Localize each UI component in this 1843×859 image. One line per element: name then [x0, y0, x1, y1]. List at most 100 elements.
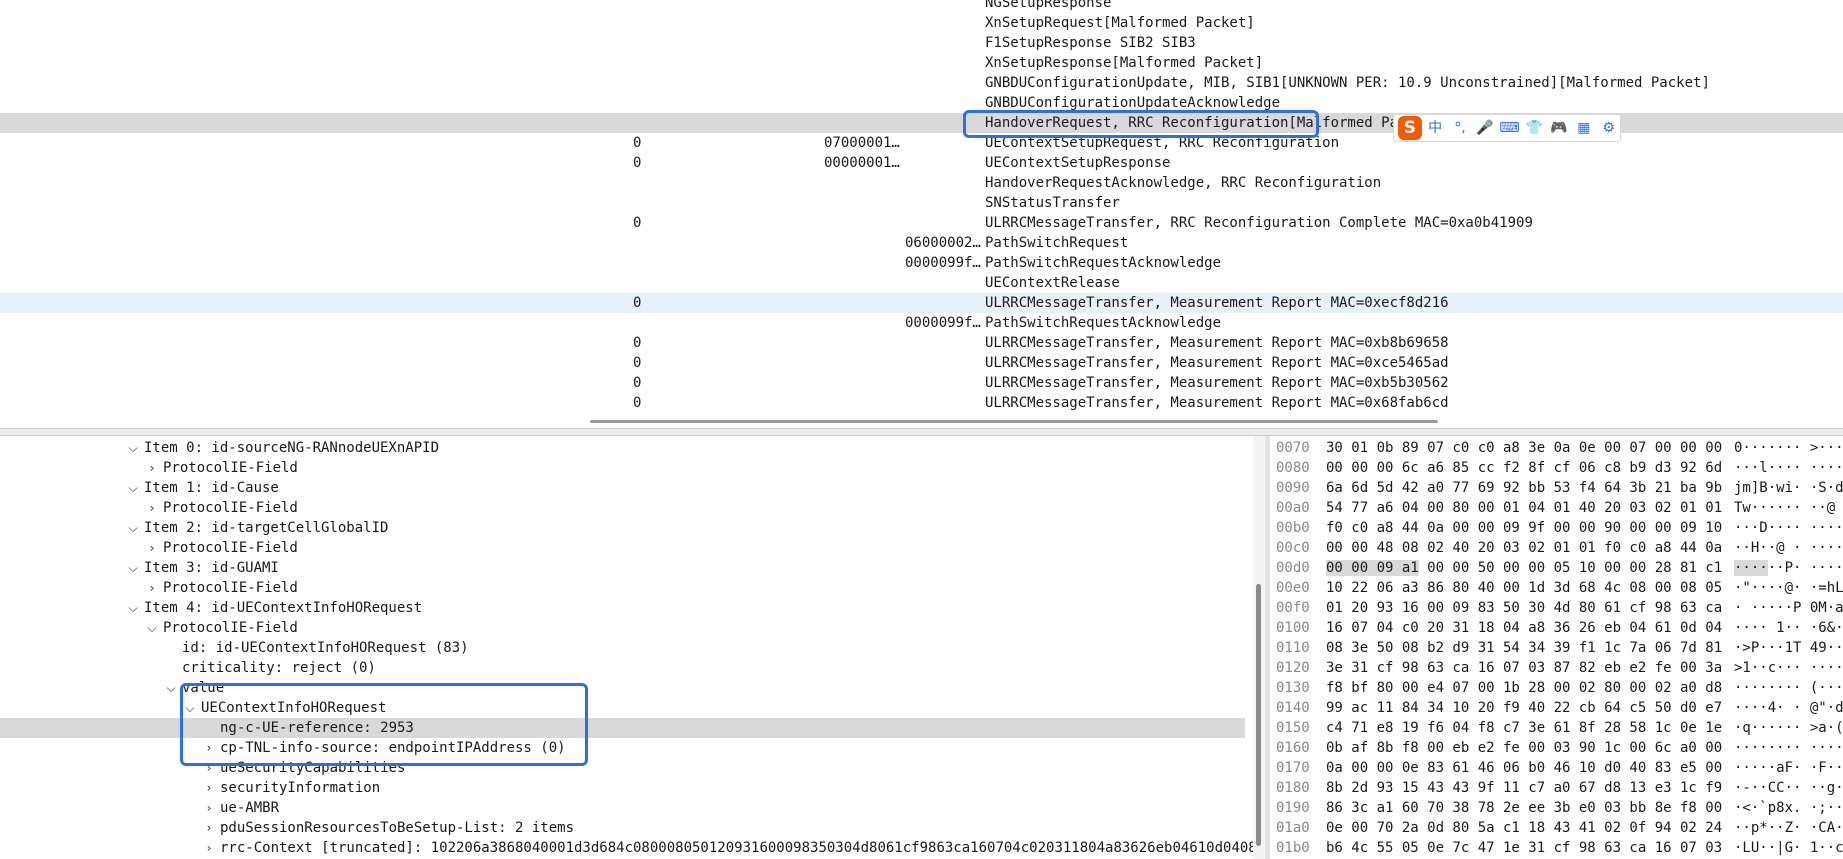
expand-chevron-icon[interactable]: ⌵	[126, 558, 140, 578]
detail-tree-row[interactable]: ⌵ ProtocolIE-Field	[0, 618, 1245, 638]
collapse-chevron-icon[interactable]: ›	[145, 458, 159, 478]
skin-icon[interactable]: 👕	[1523, 116, 1546, 140]
details-vertical-scrollbar[interactable]	[1253, 436, 1265, 859]
bytes-row[interactable]: 0080 00 00 00 6c a6 85 cc f2 8f cf 06 c8 …	[1270, 458, 1843, 478]
bytes-row[interactable]: 00f0 01 20 93 16 00 09 83 50 30 4d 80 61 …	[1270, 598, 1843, 618]
detail-tree-row[interactable]: ⌵ Item 2: id-targetCellGlobalID	[0, 518, 1245, 538]
keyboard-icon[interactable]: ⌨	[1498, 116, 1521, 140]
detail-tree-row[interactable]: › cp-TNL-info-source: endpointIPAddress (…	[0, 738, 1245, 758]
settings-icon[interactable]: ⚙	[1597, 116, 1620, 140]
packet-details-pane[interactable]: ⌵ Item 0: id-sourceNG-RANnodeUEXnAPID › Pro…	[0, 436, 1253, 859]
bytes-row[interactable]: 0160 0b af 8b f8 00 eb e2 fe 00 03 90 1c …	[1270, 738, 1843, 758]
packet-row[interactable]: GNBDUConfigurationUpdateAcknowledge	[0, 93, 1843, 113]
packet-row[interactable]: NGSetupResponse	[0, 0, 1843, 13]
detail-tree-row[interactable]: ⌵ Item 4: id-UEContextInfoHORequest	[0, 598, 1245, 618]
bytes-ascii: ·-··CC·· ··g·····	[1734, 780, 1843, 796]
packet-row[interactable]: 0 ULRRCMessageTransfer, Measurement Repor…	[0, 353, 1843, 373]
collapse-chevron-icon[interactable]: ›	[202, 838, 216, 858]
packet-row[interactable]: 0000099f… PathSwitchRequestAcknowledge	[0, 313, 1843, 333]
packet-list-horizontal-scrollbar[interactable]	[590, 420, 1438, 423]
detail-tree-row[interactable]: id: id-UEContextInfoHORequest (83)	[0, 638, 1245, 658]
bytes-ascii: ···l···· ·······m	[1734, 460, 1843, 476]
packet-row[interactable]: 0 ULRRCMessageTransfer, Measurement Repor…	[0, 293, 1843, 313]
bytes-row[interactable]: 0090 6a 6d 5d 42 a0 77 69 92 bb 53 f4 64 …	[1270, 478, 1843, 498]
gamepad-icon[interactable]: 🎮	[1548, 116, 1571, 140]
expand-chevron-icon[interactable]: ⌵	[126, 598, 140, 618]
bytes-row[interactable]: 0130 f8 bf 80 00 e4 07 00 1b 28 00 02 80 …	[1270, 678, 1843, 698]
detail-tree-row[interactable]: › pduSessionResourcesToBeSetup-List: 2 it…	[0, 818, 1245, 838]
packet-col-1: 0	[633, 395, 642, 411]
packet-list-pane[interactable]: NGSetupResponse XnSetupRequest[Malformed …	[0, 0, 1843, 428]
grid-icon[interactable]: ▦	[1572, 116, 1595, 140]
sogou-logo-icon[interactable]: S	[1398, 116, 1422, 140]
detail-tree-row[interactable]: › ue-AMBR	[0, 798, 1245, 818]
collapse-chevron-icon[interactable]: ›	[202, 758, 216, 778]
bytes-row[interactable]: 00d0 00 00 09 a1 00 00 50 00 00 05 10 00 …	[1270, 558, 1843, 578]
expand-chevron-icon[interactable]: ⌵	[126, 518, 140, 538]
collapse-chevron-icon[interactable]: ›	[145, 538, 159, 558]
detail-tree-row[interactable]: › rrc-Context [truncated]: 102206a3868040…	[0, 838, 1253, 858]
detail-tree-row[interactable]: ⌵ Item 1: id-Cause	[0, 478, 1245, 498]
packet-row[interactable]: 0 ULRRCMessageTransfer, Measurement Repor…	[0, 373, 1843, 393]
bytes-row[interactable]: 0120 3e 31 cf 98 63 ca 16 07 03 87 82 eb …	[1270, 658, 1843, 678]
bytes-row[interactable]: 0150 c4 71 e8 19 f6 04 f8 c7 3e 61 8f 28 …	[1270, 718, 1843, 738]
collapse-chevron-icon[interactable]: ›	[202, 738, 216, 758]
packet-row[interactable]: GNBDUConfigurationUpdate, MIB, SIB1[UNKN…	[0, 73, 1843, 93]
bytes-row[interactable]: 0100 16 07 04 c0 20 31 18 04 a8 36 26 eb …	[1270, 618, 1843, 638]
collapse-chevron-icon[interactable]: ›	[202, 798, 216, 818]
detail-tree-row[interactable]: ⌵ UEContextInfoHORequest	[0, 698, 1245, 718]
detail-tree-row[interactable]: ng-c-UE-reference: 2953	[0, 718, 1245, 738]
detail-tree-row[interactable]: criticality: reject (0)	[0, 658, 1245, 678]
bytes-row[interactable]: 00a0 54 77 a6 04 00 80 00 01 04 01 40 20 …	[1270, 498, 1843, 518]
detail-tree-row[interactable]: › ProtocolIE-Field	[0, 538, 1245, 558]
packet-row[interactable]: F1SetupResponse SIB2 SIB3	[0, 33, 1843, 53]
details-scroll-thumb[interactable]	[1256, 584, 1261, 846]
detail-tree-row[interactable]: ⌵ Item 0: id-sourceNG-RANnodeUEXnAPID	[0, 438, 1245, 458]
bytes-row[interactable]: 0180 8b 2d 93 15 43 43 9f 11 c7 a0 67 d8 …	[1270, 778, 1843, 798]
expand-chevron-icon[interactable]: ⌵	[126, 478, 140, 498]
packet-row[interactable]: 06000002… PathSwitchRequest	[0, 233, 1843, 253]
bytes-row[interactable]: 00c0 00 00 48 08 02 40 20 03 02 01 01 f0 …	[1270, 538, 1843, 558]
packet-row[interactable]: HandoverRequestAcknowledge, RRC Reconfig…	[0, 173, 1843, 193]
bytes-row[interactable]: 00e0 10 22 06 a3 86 80 40 00 1d 3d 68 4c …	[1270, 578, 1843, 598]
mic-icon[interactable]: 🎤	[1473, 116, 1496, 140]
packet-row[interactable]: 0000099f… PathSwitchRequestAcknowledge	[0, 253, 1843, 273]
bytes-row[interactable]: 0110 08 3e 50 08 b2 d9 31 54 34 39 f1 1c …	[1270, 638, 1843, 658]
packet-row[interactable]: XnSetupRequest[Malformed Packet]	[0, 13, 1843, 33]
packet-col-1: 0	[633, 375, 642, 391]
expand-chevron-icon[interactable]: ⌵	[145, 618, 159, 638]
detail-tree-row[interactable]: › ProtocolIE-Field	[0, 458, 1245, 478]
collapse-chevron-icon[interactable]: ›	[202, 778, 216, 798]
collapse-chevron-icon[interactable]: ›	[145, 578, 159, 598]
chinese-mode-icon[interactable]: 中	[1424, 116, 1447, 140]
packet-row[interactable]: SNStatusTransfer	[0, 193, 1843, 213]
packet-row[interactable]: 0 ULRRCMessageTransfer, Measurement Repor…	[0, 393, 1843, 413]
pane-splitter[interactable]	[0, 428, 1843, 436]
bytes-row[interactable]: 0070 30 01 0b 89 07 c0 c0 a8 3e 0a 0e 00 …	[1270, 438, 1843, 458]
collapse-chevron-icon[interactable]: ›	[145, 498, 159, 518]
packet-row[interactable]: XnSetupResponse[Malformed Packet]	[0, 53, 1843, 73]
bytes-row[interactable]: 00b0 f0 c0 a8 44 0a 00 00 09 9f 00 00 90 …	[1270, 518, 1843, 538]
ime-toolbar[interactable]: S 中 °, 🎤 ⌨ 👕 🎮 ▦ ⚙	[1393, 114, 1621, 142]
expand-chevron-icon[interactable]: ⌵	[164, 678, 178, 698]
bytes-row[interactable]: 0190 86 3c a1 60 70 38 78 2e ee 3b e0 03 …	[1270, 798, 1843, 818]
bytes-row[interactable]: 0140 99 ac 11 84 34 10 20 f9 40 22 cb 64 …	[1270, 698, 1843, 718]
packet-row[interactable]: 0 00000001… UEContextSetupResponse	[0, 153, 1843, 173]
packet-row[interactable]: 0 ULRRCMessageTransfer, Measurement Repor…	[0, 333, 1843, 353]
detail-tree-row[interactable]: › ueSecurityCapabilities	[0, 758, 1245, 778]
detail-tree-row[interactable]: ⌵ value	[0, 678, 1245, 698]
detail-tree-row[interactable]: ⌵ Item 3: id-GUAMI	[0, 558, 1245, 578]
bytes-row[interactable]: 01a0 0e 00 70 2a 0d 80 5a c1 18 43 41 02 …	[1270, 818, 1843, 838]
packet-row[interactable]: UEContextRelease	[0, 273, 1843, 293]
packet-bytes-pane[interactable]: 0070 30 01 0b 89 07 c0 c0 a8 3e 0a 0e 00 …	[1270, 436, 1843, 859]
punctuation-icon[interactable]: °,	[1449, 116, 1472, 140]
collapse-chevron-icon[interactable]: ›	[202, 818, 216, 838]
expand-chevron-icon[interactable]: ⌵	[126, 438, 140, 458]
detail-tree-row[interactable]: › ProtocolIE-Field	[0, 578, 1245, 598]
bytes-row[interactable]: 01b0 b6 4c 55 05 0e 7c 47 1e 31 cf 98 63 …	[1270, 838, 1843, 858]
expand-chevron-icon[interactable]: ⌵	[183, 698, 197, 718]
detail-tree-row[interactable]: › securityInformation	[0, 778, 1245, 798]
bytes-row[interactable]: 0170 0a 00 00 0e 83 61 46 06 b0 46 10 d0 …	[1270, 758, 1843, 778]
detail-tree-row[interactable]: › ProtocolIE-Field	[0, 498, 1245, 518]
packet-row[interactable]: 0 ULRRCMessageTransfer, RRC Reconfigurati…	[0, 213, 1843, 233]
